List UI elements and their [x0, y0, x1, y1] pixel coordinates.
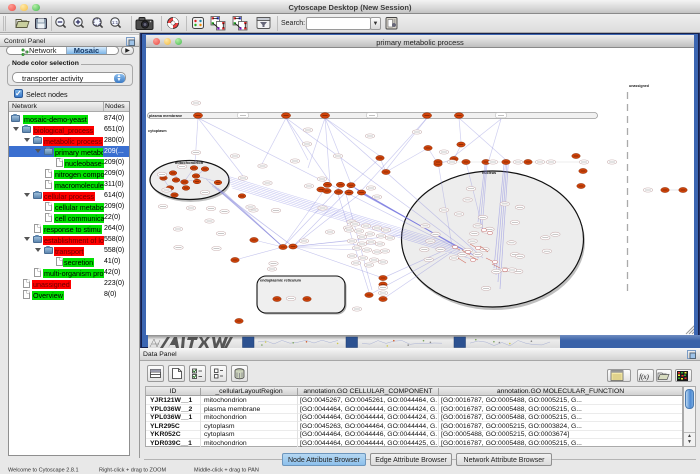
- svg-text:plasma membrane: plasma membrane: [149, 114, 182, 118]
- svg-text:f(x): f(x): [639, 373, 649, 381]
- svg-text:1:1: 1:1: [112, 20, 119, 25]
- svg-text:endoplasmic reticulum: endoplasmic reticulum: [260, 279, 302, 283]
- svg-text:cytoplasm: cytoplasm: [148, 129, 167, 133]
- svg-text:mitochondrion: mitochondrion: [175, 160, 204, 165]
- svg-text:unassigned: unassigned: [629, 84, 649, 88]
